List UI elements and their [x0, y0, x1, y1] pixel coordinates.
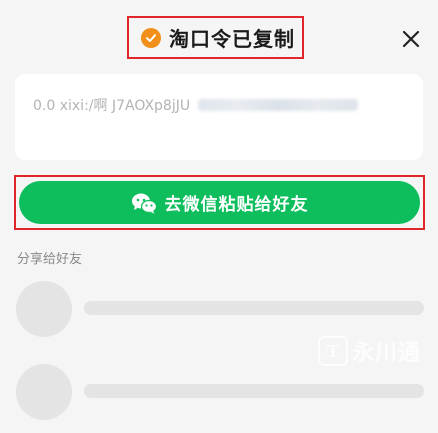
paste-to-wechat-button[interactable]: 去微信粘贴给好友 — [19, 181, 420, 224]
name-placeholder — [84, 301, 424, 315]
avatar-placeholder — [16, 281, 72, 337]
friend-row[interactable] — [16, 281, 424, 337]
close-icon[interactable] — [399, 27, 423, 51]
sheet-title: 淘口令已复制 — [169, 27, 295, 51]
wechat-icon — [131, 193, 157, 213]
check-circle-icon — [141, 27, 161, 48]
watermark-logo: T 永川通 — [318, 335, 421, 367]
share-sheet: 淘口令已复制 0.0 xixi:/啊 J7AOXp8jJU 去微信粘贴给好友 分… — [0, 0, 438, 433]
share-button-highlight: 去微信粘贴给好友 — [14, 175, 425, 230]
name-placeholder — [84, 384, 424, 398]
watermark-text: 永川通 — [352, 341, 422, 366]
copied-title: 淘口令已复制 — [127, 16, 304, 59]
share-to-friends-label: 分享给好友 — [17, 252, 83, 267]
watermark-badge: T — [318, 336, 348, 366]
friend-row[interactable] — [16, 364, 424, 420]
paste-to-wechat-label: 去微信粘贴给好友 — [164, 195, 309, 215]
avatar-placeholder — [16, 364, 72, 420]
token-card[interactable]: 0.0 xixi:/啊 J7AOXp8jJU — [15, 74, 423, 160]
token-blurred-part — [198, 98, 359, 111]
token-text: 0.0 xixi:/啊 J7AOXp8jJU — [33, 97, 191, 114]
